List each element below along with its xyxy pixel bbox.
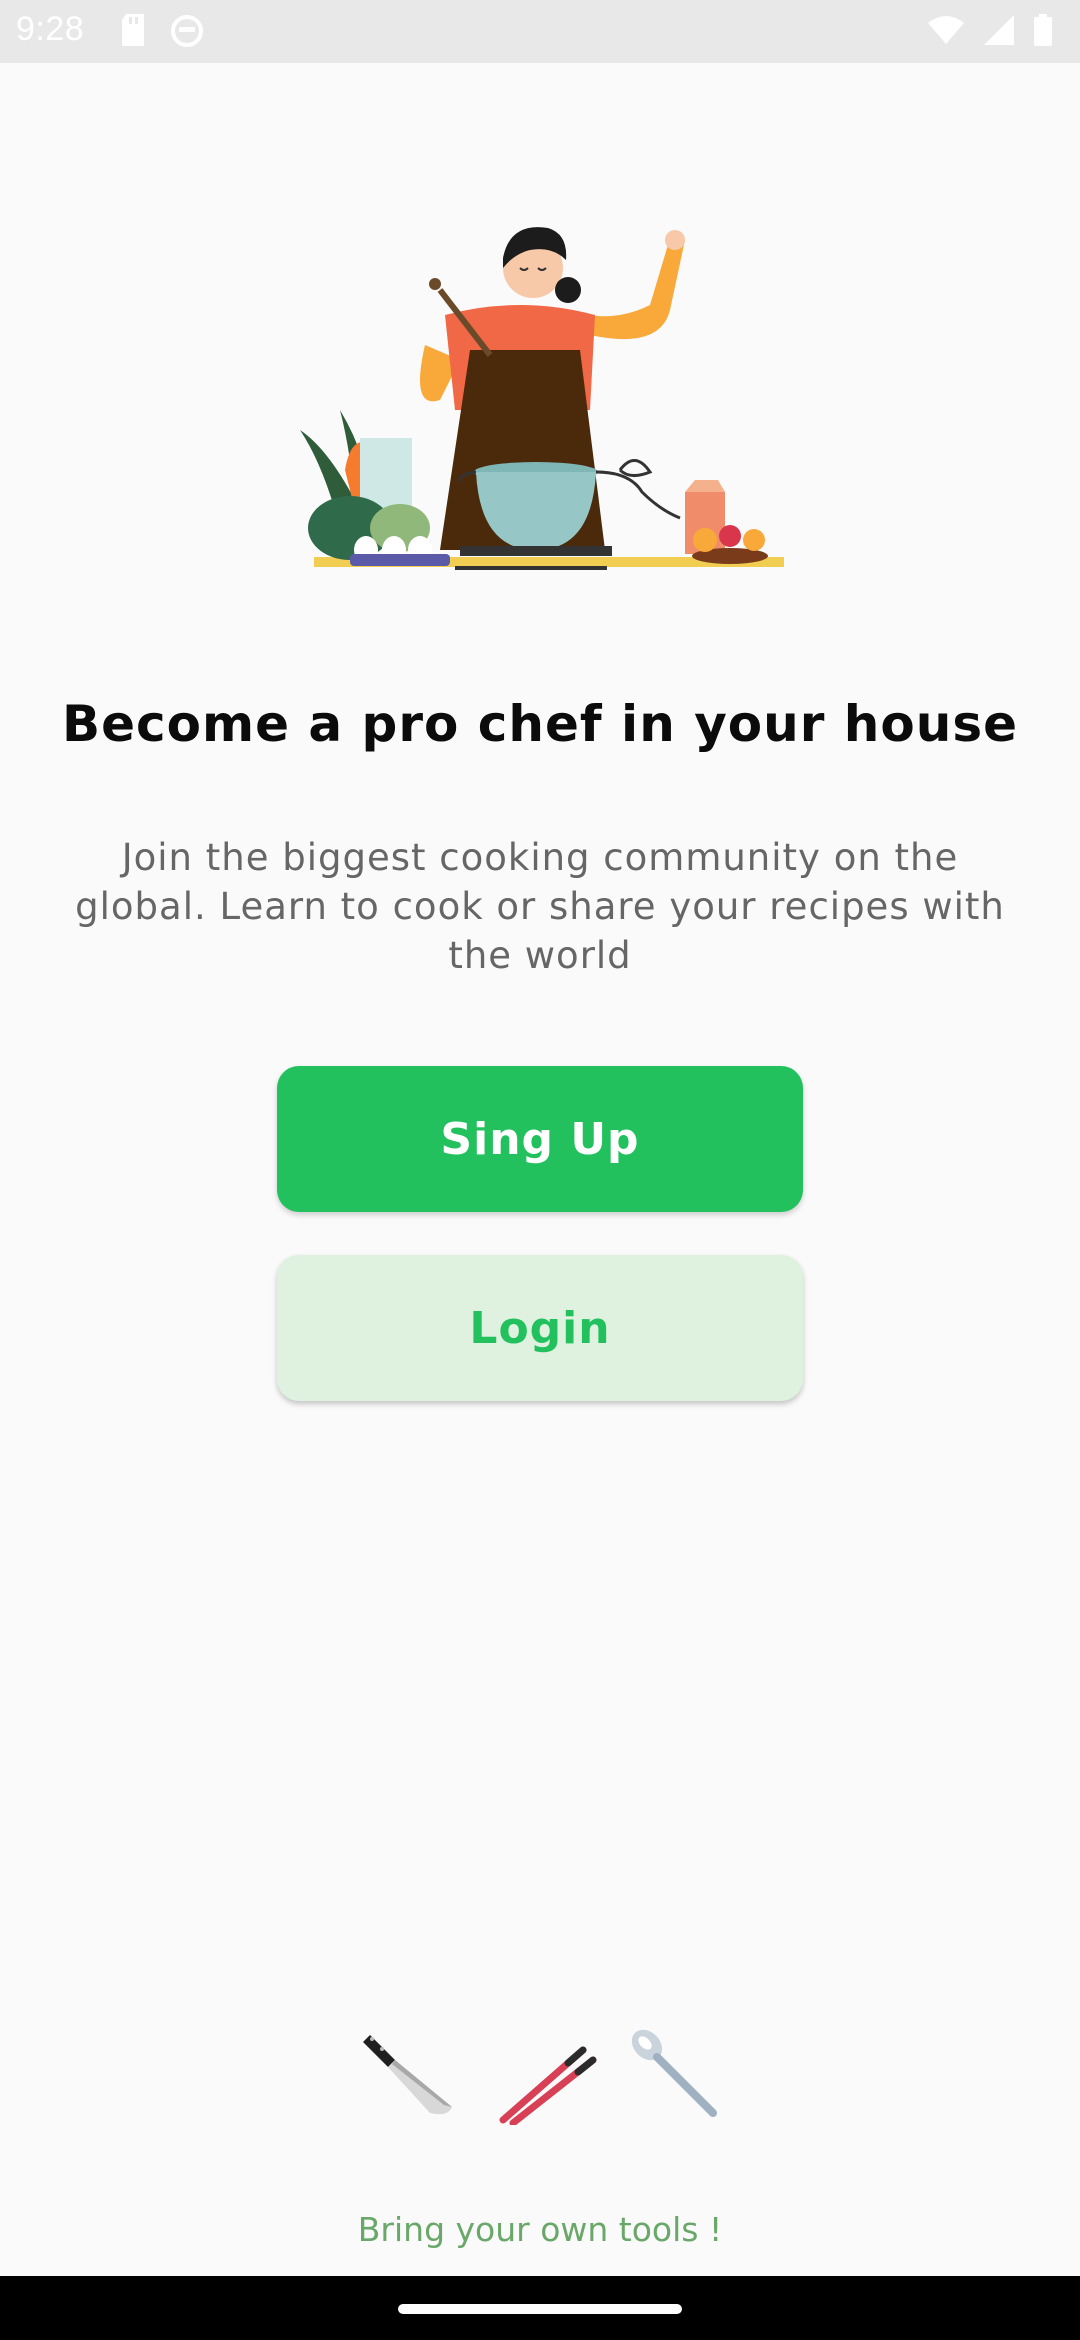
sd-card-icon xyxy=(120,14,146,53)
welcome-screen: 9:28 Become a pro chef in your house Joi… xyxy=(0,0,1080,2340)
battery-icon xyxy=(1034,14,1052,51)
tools-illustration xyxy=(360,2025,740,2135)
knife-icon xyxy=(360,2025,460,2130)
login-button[interactable]: Login xyxy=(277,1255,803,1401)
page-title: Become a pro chef in your house xyxy=(61,695,1019,753)
chef-cooking-illustration xyxy=(290,210,810,590)
home-gesture-handle[interactable] xyxy=(398,2304,682,2314)
tools-caption: Bring your own tools ! xyxy=(357,2210,723,2249)
spoon-icon xyxy=(625,2025,725,2130)
status-bar: 9:28 xyxy=(0,0,1080,63)
signup-button[interactable]: Sing Up xyxy=(277,1066,803,1212)
wifi-icon xyxy=(928,15,964,50)
status-time: 9:28 xyxy=(16,10,85,48)
chopsticks-icon xyxy=(498,2035,598,2130)
notification-face-icon xyxy=(170,14,204,53)
page-subtitle: Join the biggest cooking community on th… xyxy=(75,836,1005,977)
signal-icon xyxy=(984,15,1014,50)
